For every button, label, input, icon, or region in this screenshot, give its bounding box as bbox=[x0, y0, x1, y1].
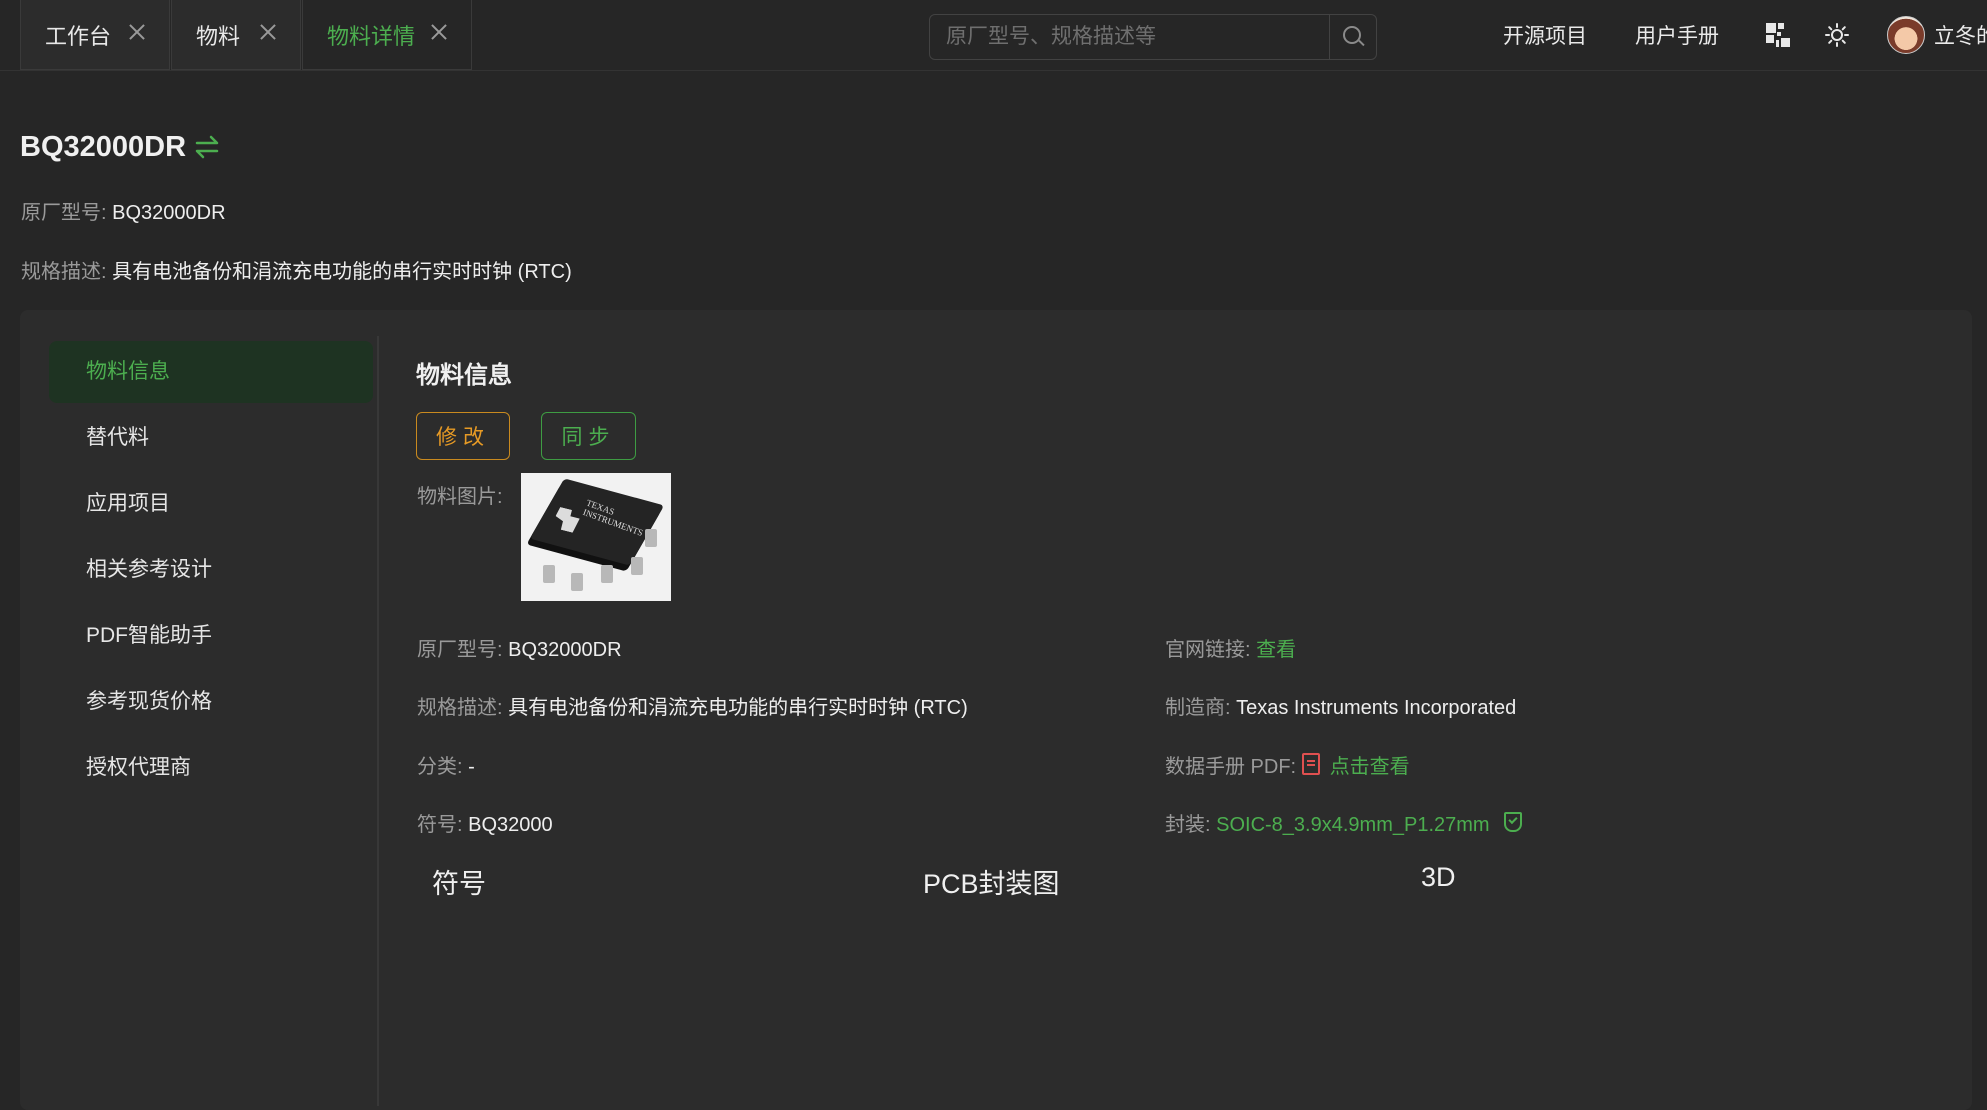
field-label: 物料图片: bbox=[417, 486, 503, 508]
datasheet-link[interactable]: 点击查看 bbox=[1330, 756, 1410, 778]
header-mfr-part: 原厂型号: BQ32000DR bbox=[21, 196, 226, 225]
search-input[interactable] bbox=[930, 15, 1332, 59]
field-label: 原厂型号: bbox=[417, 639, 503, 661]
search-box bbox=[929, 14, 1377, 60]
sidebar-item-alternatives[interactable]: 替代料 bbox=[49, 407, 373, 469]
sync-button[interactable]: 同步 bbox=[541, 412, 636, 460]
pdf-icon bbox=[1301, 753, 1320, 775]
tab-label: 物料详情 bbox=[327, 23, 416, 49]
close-icon[interactable] bbox=[127, 22, 147, 42]
qr-code-icon[interactable] bbox=[1766, 23, 1790, 47]
field-value: BQ32000DR bbox=[112, 202, 226, 224]
field-label: 封装: bbox=[1165, 814, 1211, 836]
avatar[interactable] bbox=[1887, 16, 1925, 54]
field-mfr-part: 原厂型号: BQ32000DR bbox=[417, 633, 622, 662]
field-label: 分类: bbox=[417, 756, 463, 778]
username[interactable]: 立冬的 bbox=[1934, 20, 1987, 50]
field-label: 数据手册 PDF: bbox=[1165, 756, 1297, 778]
user-manual-link[interactable]: 用户手册 bbox=[1635, 20, 1719, 50]
field-label: 符号: bbox=[417, 814, 463, 836]
close-icon[interactable] bbox=[258, 22, 278, 42]
field-official-link: 官网链接: 查看 bbox=[1165, 633, 1296, 662]
tab-material-detail[interactable]: 物料详情 bbox=[302, 0, 472, 70]
sidebar-item-price[interactable]: 参考现货价格 bbox=[49, 671, 373, 733]
verified-shield-icon bbox=[1503, 812, 1522, 832]
field-package: 封装: SOIC-8_3.9x4.9mm_P1.27mm bbox=[1165, 808, 1522, 837]
package-link[interactable]: SOIC-8_3.9x4.9mm_P1.27mm bbox=[1216, 814, 1489, 836]
tab-materials[interactable]: 物料 bbox=[171, 0, 301, 70]
field-datasheet: 数据手册 PDF: 点击查看 bbox=[1165, 750, 1410, 779]
field-label: 制造商: bbox=[1165, 697, 1231, 719]
field-symbol: 符号: BQ32000 bbox=[417, 808, 553, 837]
field-value: Texas Instruments Incorporated bbox=[1236, 697, 1517, 719]
field-value: BQ32000 bbox=[468, 814, 553, 836]
close-icon[interactable] bbox=[429, 22, 449, 42]
divider bbox=[377, 336, 379, 1106]
field-label: 规格描述: bbox=[417, 697, 503, 719]
theme-toggle-icon[interactable] bbox=[1825, 23, 1849, 47]
search-icon bbox=[1343, 26, 1361, 44]
official-link[interactable]: 查看 bbox=[1256, 639, 1296, 661]
field-value: 具有电池备份和涓流充电功能的串行实时时钟 (RTC) bbox=[112, 261, 572, 283]
sidebar-item-pdf-assistant[interactable]: PDF智能助手 bbox=[49, 605, 373, 667]
field-spec: 规格描述: 具有电池备份和涓流充电功能的串行实时时钟 (RTC) bbox=[417, 691, 968, 720]
pcb-footprint-heading: PCB封装图 bbox=[923, 869, 1060, 899]
material-image[interactable]: TEXAS INSTRUMENTS bbox=[521, 473, 671, 601]
field-label: 规格描述: bbox=[21, 261, 107, 283]
field-value: - bbox=[468, 756, 475, 778]
swap-icon[interactable] bbox=[193, 133, 221, 161]
field-label: 原厂型号: bbox=[21, 202, 107, 224]
tab-label: 工作台 bbox=[45, 23, 112, 49]
sidebar-item-applications[interactable]: 应用项目 bbox=[49, 473, 373, 535]
header-spec: 规格描述: 具有电池备份和涓流充电功能的串行实时时钟 (RTC) bbox=[21, 255, 572, 284]
tab-workbench[interactable]: 工作台 bbox=[20, 0, 170, 70]
field-category: 分类: - bbox=[417, 750, 475, 779]
sidebar-item-reference-designs[interactable]: 相关参考设计 bbox=[49, 539, 373, 601]
field-manufacturer: 制造商: Texas Instruments Incorporated bbox=[1165, 691, 1516, 720]
field-value: BQ32000DR bbox=[508, 639, 622, 661]
sidebar-item-material-info[interactable]: 物料信息 bbox=[49, 341, 373, 403]
top-bar: 工作台 物料 物料详情 开源项目 用户手册 立冬的 bbox=[0, 0, 1987, 71]
field-label: 官网链接: bbox=[1165, 639, 1251, 661]
3d-view-heading: 3D bbox=[1421, 862, 1456, 892]
tab-label: 物料 bbox=[196, 23, 241, 49]
open-source-link[interactable]: 开源项目 bbox=[1503, 20, 1587, 50]
image-label-row: 物料图片: bbox=[417, 480, 503, 509]
field-value: 具有电池备份和涓流充电功能的串行实时时钟 (RTC) bbox=[508, 697, 968, 719]
search-button[interactable] bbox=[1329, 15, 1376, 59]
edit-button[interactable]: 修改 bbox=[416, 412, 510, 460]
sidebar-item-distributors[interactable]: 授权代理商 bbox=[49, 737, 373, 799]
page-title: BQ32000DR bbox=[20, 131, 187, 163]
section-title: 物料信息 bbox=[416, 362, 512, 389]
symbol-view-heading: 符号 bbox=[432, 869, 486, 899]
